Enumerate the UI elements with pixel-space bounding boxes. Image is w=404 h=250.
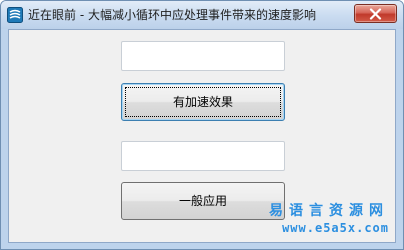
title-bar[interactable]: 近在眼前 - 大幅减小循环中应处理事件带来的速度影响 xyxy=(1,1,403,29)
text-input-2[interactable] xyxy=(121,141,285,171)
app-logo-icon xyxy=(7,7,23,23)
general-use-button-label: 一般应用 xyxy=(178,194,227,208)
general-use-button[interactable]: 一般应用 xyxy=(121,182,285,220)
watermark: 易语言资源网 www.e5a5x.com xyxy=(269,202,389,236)
accelerated-button[interactable]: 有加速效果 xyxy=(121,83,285,121)
accelerated-button-label: 有加速效果 xyxy=(172,95,233,109)
window-title: 近在眼前 - 大幅减小循环中应处理事件带来的速度影响 xyxy=(28,8,316,22)
client-area: 有加速效果 一般应用 易语言资源网 www.e5a5x.com xyxy=(8,29,396,243)
text-input-1[interactable] xyxy=(121,41,285,71)
watermark-url: www.e5a5x.com xyxy=(282,221,389,235)
close-button[interactable] xyxy=(354,4,397,23)
watermark-site-name: 易语言资源网 xyxy=(269,203,389,219)
app-window: 近在眼前 - 大幅减小循环中应处理事件带来的速度影响 有加速效果 一般应用 易语… xyxy=(0,0,404,250)
close-icon xyxy=(369,8,382,20)
